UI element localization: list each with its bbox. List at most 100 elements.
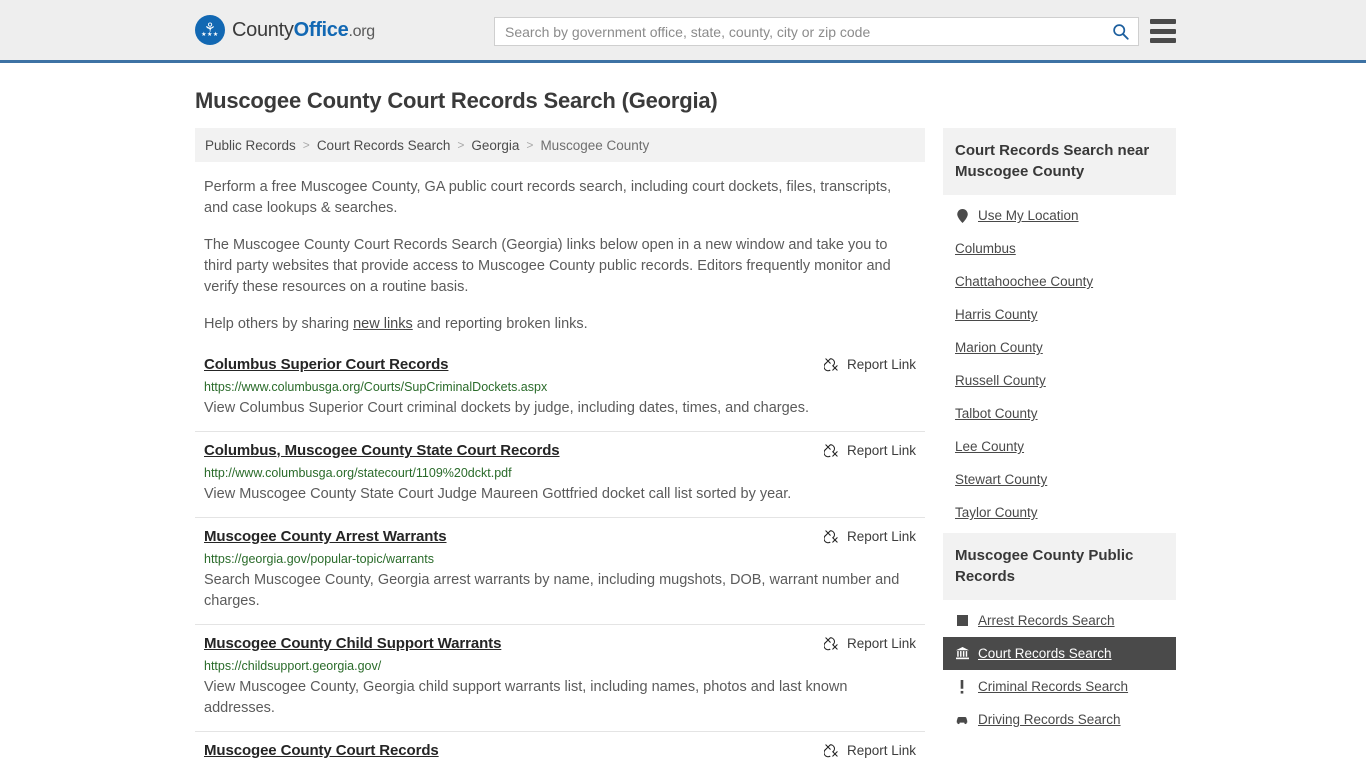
sidebar-item-label: Arrest Records Search — [978, 613, 1115, 628]
search-icon — [1112, 24, 1129, 40]
sidebar-item-label: Talbot County — [955, 406, 1038, 421]
report-link-button[interactable]: Report Link — [823, 443, 916, 458]
result-title-link[interactable]: Columbus, Muscogee County State Court Re… — [204, 442, 560, 459]
sidebar-item-chattahoochee-county[interactable]: Chattahoochee County — [943, 265, 1176, 298]
new-links-link[interactable]: new links — [353, 316, 413, 332]
site-logo[interactable]: ⚘ ★★★ CountyOffice.org — [195, 15, 375, 45]
chevron-right-icon: > — [457, 138, 465, 152]
square-icon — [955, 615, 969, 626]
public-records-card-body: Arrest Records Search Court Records Sear… — [943, 600, 1176, 736]
logo-text-org: .org — [348, 22, 375, 40]
result-title-link[interactable]: Muscogee County Court Records — [204, 742, 439, 759]
report-link-button[interactable]: Report Link — [823, 529, 916, 544]
sidebar-item-arrest-records-search[interactable]: Arrest Records Search — [943, 604, 1176, 637]
car-icon — [955, 715, 969, 725]
sidebar-item-label: Marion County — [955, 340, 1043, 355]
chevron-right-icon: > — [526, 138, 534, 152]
sidebar-item-court-records-search[interactable]: Court Records Search — [943, 637, 1176, 670]
sidebar-item-taylor-county[interactable]: Taylor County — [943, 496, 1176, 529]
result-url-link[interactable]: https://georgia.gov/popular-topic/warran… — [204, 552, 916, 566]
sidebar-item-use-my-location[interactable]: Use My Location — [943, 199, 1176, 232]
page-title-row: Muscogee County Court Records Search (Ge… — [0, 88, 1366, 114]
result-header: Columbus Superior Court Records Report L… — [204, 356, 916, 373]
logo-text-county: County — [232, 18, 294, 41]
map-pin-icon — [955, 208, 969, 223]
result-url-link[interactable]: http://www.columbusga.org/statecourt/110… — [204, 466, 916, 480]
sidebar-item-label: Chattahoochee County — [955, 274, 1094, 289]
menu-bar-1 — [1150, 19, 1176, 24]
breadcrumb-item-georgia[interactable]: Georgia — [471, 138, 519, 153]
nearby-search-card-body: Use My Location Columbus Chattahoochee C… — [943, 195, 1176, 529]
result-url-link[interactable]: https://www.columbusga.org/Courts/SupCri… — [204, 380, 916, 394]
result-header: Muscogee County Child Support Warrants R… — [204, 635, 916, 652]
result-header: Columbus, Muscogee County State Court Re… — [204, 442, 916, 459]
report-link-label: Report Link — [846, 443, 916, 458]
result-title-link[interactable]: Muscogee County Child Support Warrants — [204, 635, 501, 652]
report-link-button[interactable]: Report Link — [823, 636, 916, 651]
sidebar-item-criminal-records-search[interactable]: Criminal Records Search — [943, 670, 1176, 703]
menu-bar-3 — [1150, 38, 1176, 43]
report-link-label: Report Link — [846, 636, 916, 651]
nearby-search-card-title: Court Records Search near Muscogee Count… — [943, 128, 1176, 195]
sidebar: Court Records Search near Muscogee Count… — [943, 128, 1176, 740]
intro-paragraph-2: The Muscogee County Court Records Search… — [204, 237, 891, 295]
report-link-button[interactable]: Report Link — [823, 357, 916, 372]
sidebar-item-harris-county[interactable]: Harris County — [943, 298, 1176, 331]
sidebar-item-label: Columbus — [955, 241, 1016, 256]
nearby-search-card: Court Records Search near Muscogee Count… — [943, 128, 1176, 529]
result-description: Search Muscogee County, Georgia arrest w… — [204, 572, 900, 609]
intro-paragraph-3: Help others by sharing new links and rep… — [195, 314, 925, 335]
report-link-label: Report Link — [846, 357, 916, 372]
broken-link-icon — [823, 530, 838, 544]
sidebar-item-label: Use My Location — [978, 208, 1079, 223]
result-item: Columbus, Muscogee County State Court Re… — [195, 431, 925, 517]
search-bar — [494, 17, 1139, 46]
sidebar-item-columbus[interactable]: Columbus — [943, 232, 1176, 265]
logo-text: CountyOffice.org — [232, 19, 375, 42]
site-header: ⚘ ★★★ CountyOffice.org — [0, 0, 1366, 63]
search-input[interactable] — [495, 18, 1102, 45]
result-title-link[interactable]: Columbus Superior Court Records — [204, 356, 449, 373]
sidebar-item-russell-county[interactable]: Russell County — [943, 364, 1176, 397]
page-body: Public Records > Court Records Search > … — [0, 128, 1366, 768]
main-column: Public Records > Court Records Search > … — [195, 128, 925, 768]
intro-paragraph-1: Perform a free Muscogee County, GA publi… — [204, 179, 892, 216]
result-item: Columbus Superior Court Records Report L… — [195, 352, 925, 431]
breadcrumb-item-court-records-search[interactable]: Court Records Search — [317, 138, 451, 153]
result-item: Muscogee County Arrest Warrants Report L… — [195, 517, 925, 624]
report-link-label: Report Link — [846, 529, 916, 544]
sidebar-item-label: Criminal Records Search — [978, 679, 1129, 694]
breadcrumb-item-muscogee-county: Muscogee County — [540, 137, 650, 153]
page-title: Muscogee County Court Records Search (Ge… — [195, 88, 718, 113]
sidebar-item-marion-county[interactable]: Marion County — [943, 331, 1176, 364]
result-item: Muscogee County Court Records Report Lin… — [195, 731, 925, 768]
result-description: View Muscogee County, Georgia child supp… — [204, 679, 848, 716]
result-description: View Muscogee County State Court Judge M… — [204, 486, 792, 502]
sidebar-item-label: Driving Records Search — [978, 712, 1121, 727]
result-url-link[interactable]: https://childsupport.georgia.gov/ — [204, 659, 916, 673]
breadcrumb-item-public-records[interactable]: Public Records — [205, 138, 296, 153]
menu-bar-2 — [1150, 28, 1176, 34]
breadcrumb: Public Records > Court Records Search > … — [195, 128, 925, 162]
hamburger-menu-icon[interactable] — [1150, 19, 1176, 43]
intro-text-after: and reporting broken links. — [412, 316, 588, 332]
sidebar-item-lee-county[interactable]: Lee County — [943, 430, 1176, 463]
chevron-right-icon: > — [302, 138, 310, 152]
search-button[interactable] — [1102, 18, 1138, 45]
sidebar-item-stewart-county[interactable]: Stewart County — [943, 463, 1176, 496]
report-link-button[interactable]: Report Link — [823, 743, 916, 758]
sidebar-item-label: Stewart County — [955, 472, 1048, 487]
eagle-seal-icon: ⚘ ★★★ — [195, 15, 225, 45]
sidebar-item-label: Court Records Search — [978, 646, 1112, 661]
exclamation-icon — [955, 679, 969, 694]
sidebar-item-driving-records-search[interactable]: Driving Records Search — [943, 703, 1176, 736]
sidebar-item-label: Taylor County — [955, 505, 1038, 520]
sidebar-item-label: Harris County — [955, 307, 1038, 322]
result-item: Muscogee County Child Support Warrants R… — [195, 624, 925, 731]
sidebar-item-label: Lee County — [955, 439, 1025, 454]
result-title-link[interactable]: Muscogee County Arrest Warrants — [204, 528, 447, 545]
results-list: Columbus Superior Court Records Report L… — [195, 352, 925, 768]
logo-text-office: Office — [293, 18, 349, 41]
intro-section: Perform a free Muscogee County, GA publi… — [195, 177, 925, 335]
sidebar-item-talbot-county[interactable]: Talbot County — [943, 397, 1176, 430]
